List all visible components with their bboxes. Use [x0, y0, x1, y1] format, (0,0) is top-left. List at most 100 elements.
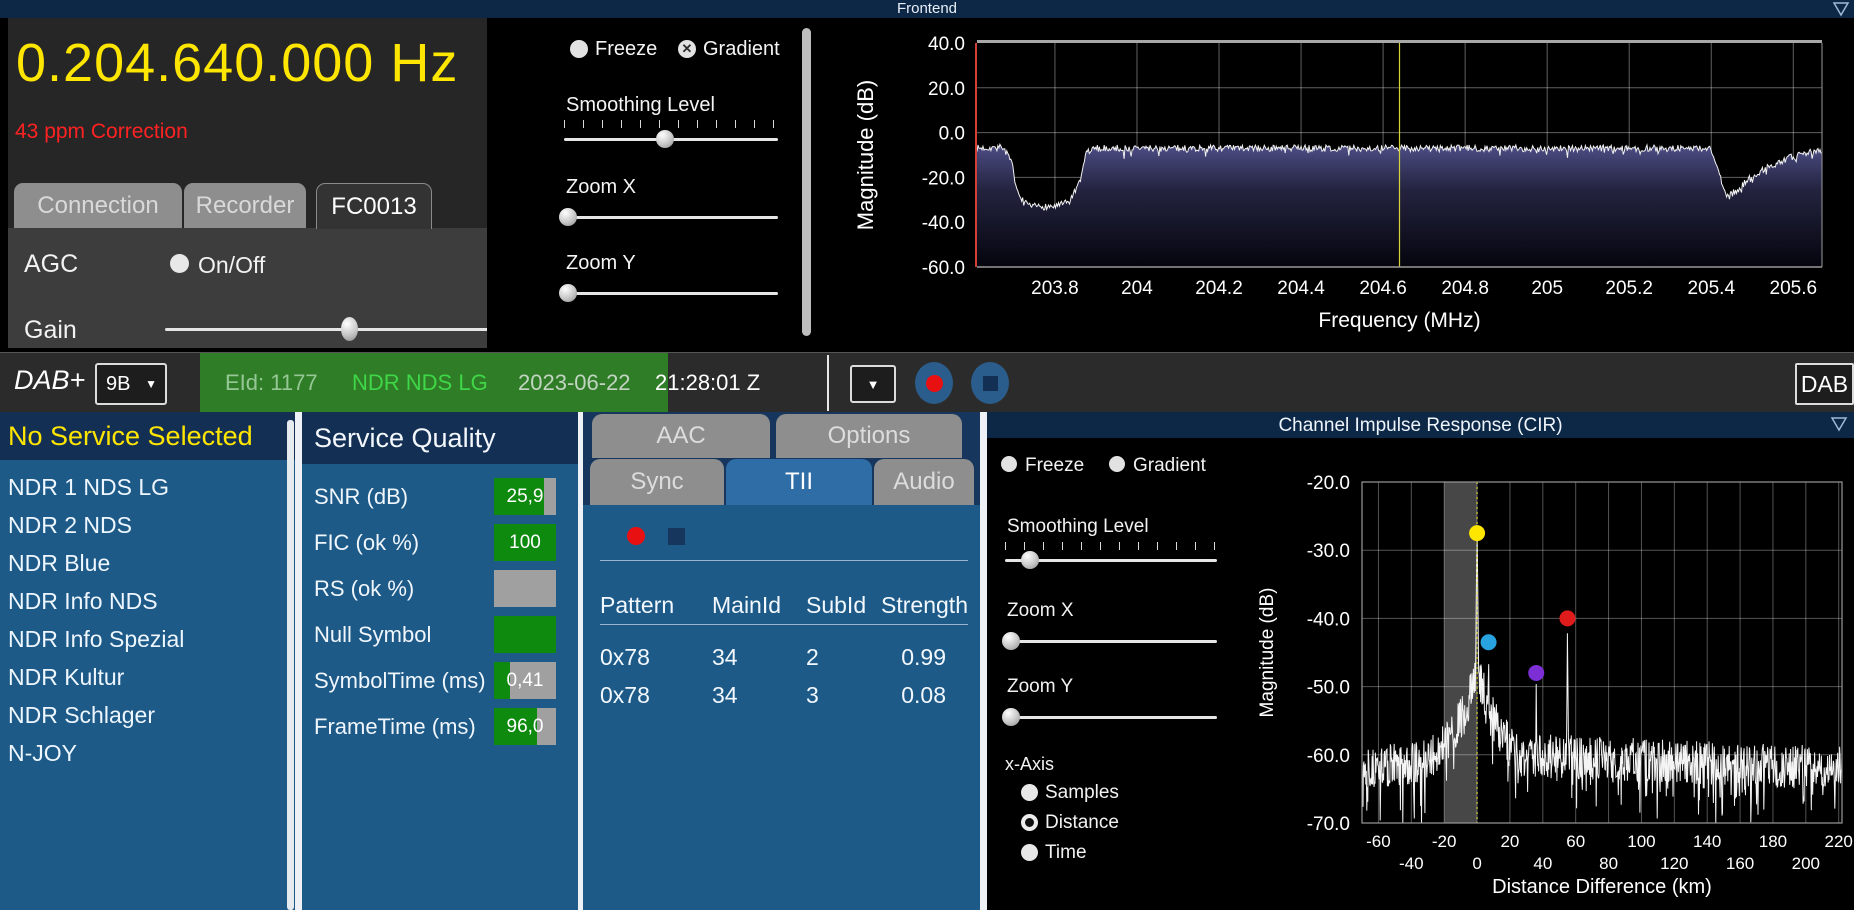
quality-row-label: FrameTime (ms) [314, 714, 476, 739]
smoothing-slider-handle[interactable] [655, 130, 674, 148]
svg-text:100: 100 [1627, 832, 1655, 851]
service-item[interactable]: NDR Kultur [0, 658, 288, 696]
svg-text:-70.0: -70.0 [1307, 814, 1350, 835]
zoom-x-slider[interactable] [559, 208, 778, 226]
gain-slider[interactable] [165, 317, 495, 341]
tii-cell-value: 0.08 [901, 682, 946, 708]
service-item[interactable]: NDR Schlager [0, 696, 288, 734]
svg-text:205.4: 205.4 [1687, 278, 1735, 299]
echo-marker-red [1559, 610, 1576, 627]
main-transmitter-marker [1469, 525, 1486, 542]
service-item[interactable]: NDR Info NDS [0, 582, 288, 620]
quality-row-label: SymbolTime (ms) [314, 668, 486, 693]
svg-text:204.8: 204.8 [1441, 278, 1489, 299]
svg-text:-40.0: -40.0 [922, 213, 965, 234]
service-quality-panel: Service Quality SNR (dB) 25,9 FIC (ok %) 10… [302, 412, 578, 910]
quality-bar: 25,9 [494, 478, 556, 515]
zoom-y-label: Zoom Y [566, 252, 636, 274]
collapse-funnel-icon[interactable] [1832, 1, 1850, 17]
quality-bar-value: 100 [509, 531, 541, 553]
tuner-tab-connection[interactable]: Connection [14, 183, 182, 228]
svg-text:0: 0 [1472, 854, 1481, 873]
quality-bar: 0,41 [494, 662, 556, 699]
splitter-3[interactable] [980, 412, 987, 910]
frontend-title: Frontend [896, 0, 958, 17]
service-quality-title: Service Quality [314, 422, 496, 453]
expander-dropdown-button[interactable]: ▼ [850, 365, 896, 403]
svg-text:205.2: 205.2 [1605, 278, 1653, 299]
service-list-scrollbar[interactable] [287, 420, 294, 910]
svg-text:220: 220 [1825, 832, 1853, 851]
svg-text:-20.0: -20.0 [1307, 473, 1350, 494]
tab-tii[interactable]: TII [726, 459, 872, 505]
service-item[interactable]: NDR 1 NDS LG [0, 468, 288, 506]
gradient-checkbox[interactable]: ✕ [678, 40, 696, 58]
quality-row-label: SNR (dB) [314, 484, 409, 509]
tii-column-header: Pattern [600, 592, 675, 618]
frontend-titlebar: Frontend [0, 0, 1854, 18]
tii-cell-value: 3 [806, 682, 819, 708]
no-service-selected-label: No Service Selected [8, 420, 253, 451]
quality-bar: 96,0 [494, 708, 556, 745]
zoom-y-slider-handle[interactable] [559, 284, 578, 302]
svg-text:203.8: 203.8 [1031, 278, 1079, 299]
zoom-y-slider[interactable] [559, 284, 778, 302]
freeze-checkbox[interactable] [570, 40, 588, 58]
tab-audio[interactable]: Audio [874, 459, 974, 505]
quality-bar-value [494, 616, 556, 653]
quality-row-label: FIC (ok %) [314, 530, 420, 555]
tab-aac[interactable]: AAC [592, 414, 770, 458]
splitter-1[interactable] [295, 412, 302, 910]
tii-column-header: MainId [712, 592, 782, 618]
dab-receiver-app: Frontend 0.204.640.000 Hz 43 ppm Correct… [0, 0, 1854, 910]
cir-chart[interactable]: -20.0 -30.0 -40.0 -50.0 -60.0 -70.0 -60 -20 20 60… [987, 438, 1854, 910]
agc-onoff-checkbox[interactable] [170, 254, 189, 273]
svg-text:-20.0: -20.0 [922, 168, 965, 189]
svg-text:-40.0: -40.0 [1307, 609, 1350, 630]
svg-text:160: 160 [1726, 854, 1754, 873]
channel-dropdown[interactable]: 9B ▼ [95, 363, 167, 405]
cir-title: Channel Impulse Response (CIR) [1278, 415, 1563, 436]
agc-label: AGC [24, 250, 79, 278]
frontend-spectrum-chart[interactable]: 40.0 20.0 0.0 -20.0 -40.0 -60.0 203.8 204 204.2 2… [815, 18, 1854, 352]
service-item[interactable]: NDR 2 NDS [0, 506, 288, 544]
toolbar-divider [827, 355, 829, 411]
service-list-header: No Service Selected [0, 412, 295, 460]
controls-scrollbar[interactable] [802, 28, 811, 336]
tii-cell-value: 0x78 [600, 644, 650, 670]
gradient-label: Gradient [703, 38, 780, 60]
quality-row-label: Null Symbol [314, 622, 432, 647]
tab-sync[interactable]: Sync [590, 459, 724, 505]
tuner-tab-recorder[interactable]: Recorder [184, 183, 306, 228]
tii-cell-value: 34 [712, 644, 738, 670]
cir-collapse-funnel-icon[interactable] [1830, 416, 1848, 432]
service-item[interactable]: N-JOY [0, 734, 288, 772]
tab-options[interactable]: Options [776, 414, 962, 458]
smoothing-slider[interactable] [564, 130, 778, 148]
gain-label: Gain [24, 316, 77, 344]
stop-icon [982, 375, 998, 391]
svg-text:205.6: 205.6 [1770, 278, 1818, 299]
tuner-tab-fc0013[interactable]: FC0013 [316, 183, 432, 229]
record-button[interactable] [915, 362, 953, 404]
tuner-panel: 0.204.640.000 Hz 43 ppm Correction Conne… [8, 18, 495, 348]
svg-text:-50.0: -50.0 [1307, 678, 1350, 699]
stop-button[interactable] [971, 362, 1009, 404]
svg-text:Magnitude (dB): Magnitude (dB) [1257, 588, 1278, 718]
smoothing-level-label: Smoothing Level [566, 94, 715, 116]
sync-status-red-dot [627, 527, 645, 545]
quality-bar [494, 616, 556, 653]
svg-text:20: 20 [1500, 832, 1519, 851]
gain-slider-handle[interactable] [340, 317, 358, 341]
zoom-x-slider-handle[interactable] [559, 208, 578, 226]
channel-dropdown-arrow-icon: ▼ [145, 377, 157, 391]
service-item[interactable]: NDR Info Spezial [0, 620, 288, 658]
frequency-display: 0.204.640.000 Hz [16, 33, 459, 93]
svg-text:-20: -20 [1432, 832, 1457, 851]
fc0013-tab-content: AGC On/Off Gain [8, 228, 495, 348]
service-item[interactable]: NDR Blue [0, 544, 288, 582]
quality-bar [494, 570, 556, 607]
smoothing-tickmarks [564, 120, 778, 128]
spectrum-controls-panel: Freeze ✕ Gradient Smoothing Level Zoom X… [487, 18, 815, 348]
dab-status-bar: DAB+ 9B ▼ EId: 1177 NDR NDS LG 2023-06-2… [0, 352, 1854, 413]
